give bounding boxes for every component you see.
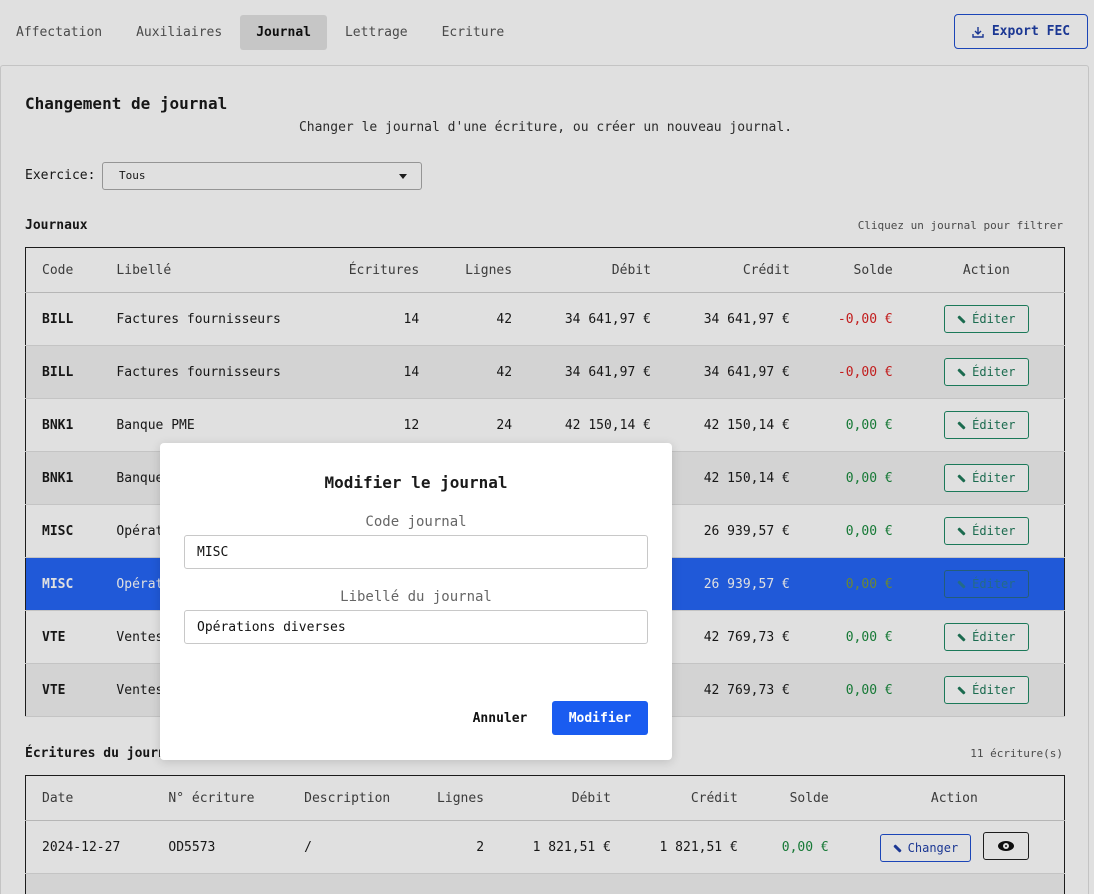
libelle-journal-input[interactable] bbox=[184, 610, 648, 644]
code-journal-label: Code journal bbox=[365, 514, 467, 530]
edit-journal-modal: Modifier le journal Code journal Libellé… bbox=[160, 443, 672, 760]
modal-title: Modifier le journal bbox=[324, 473, 508, 492]
cancel-button[interactable]: Annuler bbox=[466, 701, 534, 735]
code-journal-input[interactable] bbox=[184, 535, 648, 569]
libelle-journal-label: Libellé du journal bbox=[340, 589, 492, 605]
modifier-button[interactable]: Modifier bbox=[552, 701, 648, 735]
